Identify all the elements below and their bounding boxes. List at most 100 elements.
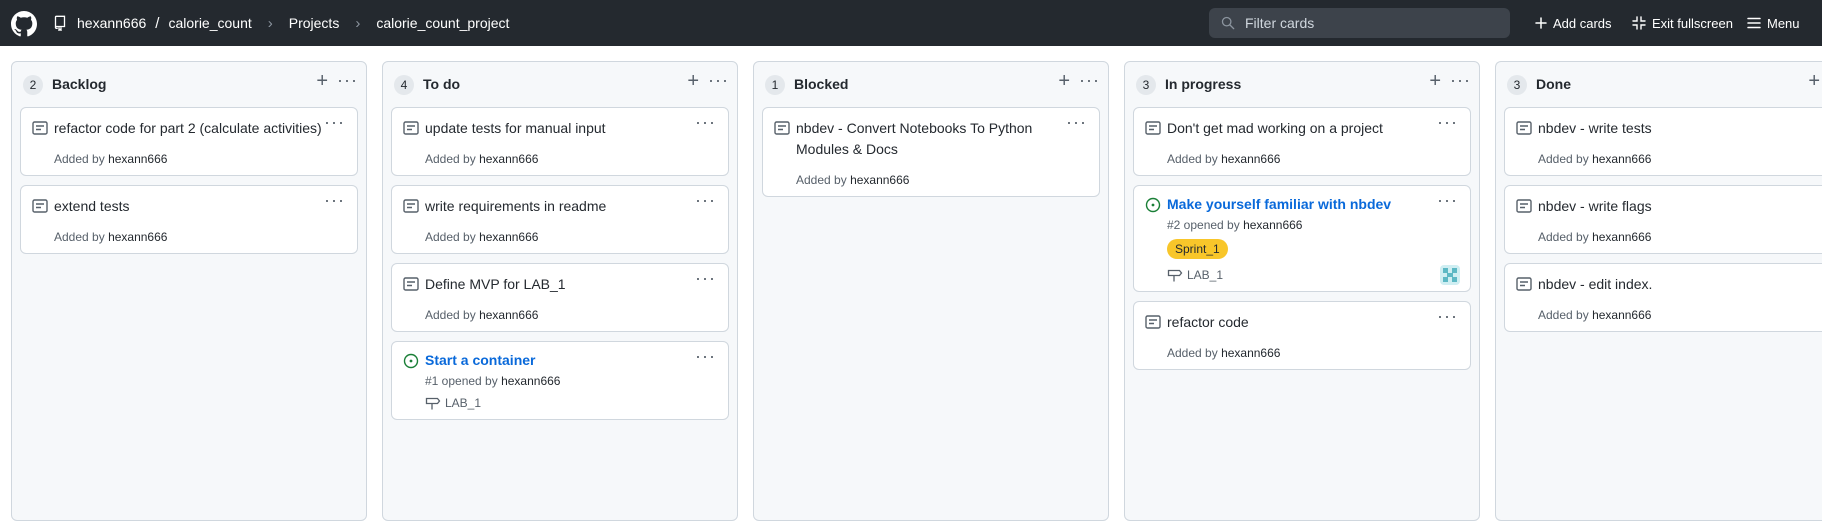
column-backlog: 2 Backlog + ··· refactor code for part 2… — [11, 61, 367, 521]
column-title: Done — [1536, 76, 1571, 92]
filter-cards-field[interactable] — [1209, 8, 1510, 38]
issue-opened-icon — [1145, 197, 1161, 213]
card-more-icon[interactable]: ··· — [695, 269, 716, 287]
issue-title-link[interactable]: Start a container — [425, 350, 695, 371]
card-author-link[interactable]: hexann666 — [850, 173, 909, 187]
repo-owner-link[interactable]: hexann666 — [77, 15, 146, 31]
card-author-link[interactable]: hexann666 — [108, 230, 167, 244]
github-logo-icon[interactable] — [11, 11, 37, 37]
add-card-plus-icon[interactable]: + — [1058, 71, 1070, 91]
card-author-link[interactable]: hexann666 — [1592, 230, 1651, 244]
note-icon — [1145, 121, 1161, 135]
note-card[interactable]: write requirements in readme ··· Added b… — [391, 185, 729, 254]
added-by-text: Added by — [796, 173, 847, 187]
card-more-icon[interactable]: ··· — [324, 191, 345, 209]
add-card-plus-icon[interactable]: + — [316, 71, 328, 91]
project-name[interactable]: calorie_count_project — [376, 15, 509, 31]
card-author-link[interactable]: hexann666 — [108, 152, 167, 166]
issue-title-link[interactable]: Make yourself familiar with nbdev — [1167, 194, 1437, 215]
note-card[interactable]: Don't get mad working on a project ··· A… — [1133, 107, 1471, 176]
note-icon — [1516, 277, 1532, 291]
note-card[interactable]: Define MVP for LAB_1 ··· Added by hexann… — [391, 263, 729, 332]
projects-link[interactable]: Projects — [289, 15, 340, 31]
card-author-link[interactable]: hexann666 — [1221, 152, 1280, 166]
card-meta: Added by hexann666 — [54, 152, 167, 166]
exit-fullscreen-button[interactable]: Exit fullscreen — [1632, 0, 1733, 46]
card-author-link[interactable]: hexann666 — [1221, 346, 1280, 360]
card-more-icon[interactable]: ··· — [324, 113, 345, 131]
column-more-icon[interactable]: ··· — [1450, 71, 1471, 89]
card-meta: Added by hexann666 — [1538, 152, 1651, 166]
note-card[interactable]: refactor code for part 2 (calculate acti… — [20, 107, 358, 176]
card-author-link[interactable]: hexann666 — [1592, 152, 1651, 166]
column-header: 3 Done + — [1496, 62, 1822, 106]
label-sprint-badge[interactable]: Sprint_1 — [1167, 239, 1228, 259]
card-author-link[interactable]: hexann666 — [1592, 308, 1651, 322]
note-card[interactable]: nbdev - write tests Added by hexann666 — [1504, 107, 1822, 176]
add-card-plus-icon[interactable]: + — [687, 71, 699, 91]
note-icon — [1516, 199, 1532, 213]
card-more-icon[interactable]: ··· — [695, 347, 716, 365]
plus-icon — [1535, 17, 1547, 29]
card-meta: Added by hexann666 — [1167, 152, 1280, 166]
card-more-icon[interactable]: ··· — [1437, 113, 1458, 131]
issue-meta: #2 opened by hexann666 — [1167, 218, 1302, 232]
exit-fullscreen-icon — [1632, 16, 1646, 30]
card-more-icon[interactable]: ··· — [695, 191, 716, 209]
card-author-link[interactable]: hexann666 — [479, 152, 538, 166]
menu-button[interactable]: Menu — [1747, 0, 1800, 46]
hamburger-icon — [1747, 17, 1761, 29]
column-more-icon[interactable]: ··· — [1079, 71, 1100, 89]
card-title: nbdev - write tests — [1538, 120, 1652, 136]
card-more-icon[interactable]: ··· — [1066, 113, 1087, 131]
note-card[interactable]: nbdev - Convert Notebooks To Python Modu… — [762, 107, 1100, 197]
add-card-plus-icon[interactable]: + — [1808, 71, 1820, 91]
search-icon — [1221, 16, 1235, 30]
path-separator: / — [155, 14, 160, 32]
card-meta: Added by hexann666 — [1167, 346, 1280, 360]
card-title: nbdev - write flags — [1538, 198, 1652, 214]
issue-author-link[interactable]: hexann666 — [501, 374, 560, 388]
project-board: 2 Backlog + ··· refactor code for part 2… — [0, 46, 1822, 521]
add-card-plus-icon[interactable]: + — [1429, 71, 1441, 91]
assignee-avatar[interactable] — [1440, 265, 1460, 285]
repo-icon — [54, 15, 66, 31]
note-icon — [403, 121, 419, 135]
note-icon — [403, 199, 419, 213]
card-title: nbdev - edit index. — [1538, 276, 1653, 292]
add-cards-button[interactable]: Add cards — [1535, 0, 1612, 46]
card-author-link[interactable]: hexann666 — [479, 230, 538, 244]
top-navigation-bar: hexann666 / calorie_count › Projects › c… — [0, 0, 1822, 46]
exit-fullscreen-label: Exit fullscreen — [1652, 15, 1733, 31]
card-meta: Added by hexann666 — [425, 152, 538, 166]
filter-cards-input[interactable] — [1243, 14, 1503, 32]
note-icon — [403, 277, 419, 291]
issue-opened-icon — [403, 353, 419, 369]
issue-card[interactable]: Start a container ··· #1 opened by hexan… — [391, 341, 729, 420]
column-more-icon[interactable]: ··· — [708, 71, 729, 89]
note-card[interactable]: extend tests ··· Added by hexann666 — [20, 185, 358, 254]
note-card[interactable]: refactor code ··· Added by hexann666 — [1133, 301, 1471, 370]
card-more-icon[interactable]: ··· — [695, 113, 716, 131]
issue-author-link[interactable]: hexann666 — [1243, 218, 1302, 232]
milestone-link[interactable]: LAB_1 — [1167, 268, 1223, 282]
issue-opened-text: #2 opened by — [1167, 218, 1240, 232]
card-more-icon[interactable]: ··· — [1437, 191, 1458, 209]
repo-name-link[interactable]: calorie_count — [168, 15, 251, 31]
card-more-icon[interactable]: ··· — [1437, 307, 1458, 325]
card-count-badge: 3 — [1136, 75, 1156, 95]
note-card[interactable]: nbdev - write flags Added by hexann666 — [1504, 185, 1822, 254]
note-card[interactable]: nbdev - edit index. Added by hexann666 — [1504, 263, 1822, 332]
milestone-link[interactable]: LAB_1 — [425, 396, 481, 410]
note-card[interactable]: update tests for manual input ··· Added … — [391, 107, 729, 176]
card-author-link[interactable]: hexann666 — [479, 308, 538, 322]
added-by-text: Added by — [1167, 346, 1218, 360]
breadcrumb: hexann666 / calorie_count › Projects › c… — [53, 0, 509, 46]
added-by-text: Added by — [425, 308, 476, 322]
milestone-name: LAB_1 — [445, 396, 482, 410]
column-more-icon[interactable]: ··· — [337, 71, 358, 89]
card-count-badge: 3 — [1507, 75, 1527, 95]
issue-card[interactable]: Make yourself familiar with nbdev ··· #2… — [1133, 185, 1471, 292]
issue-meta: #1 opened by hexann666 — [425, 374, 560, 388]
card-title: Define MVP for LAB_1 — [425, 276, 566, 292]
